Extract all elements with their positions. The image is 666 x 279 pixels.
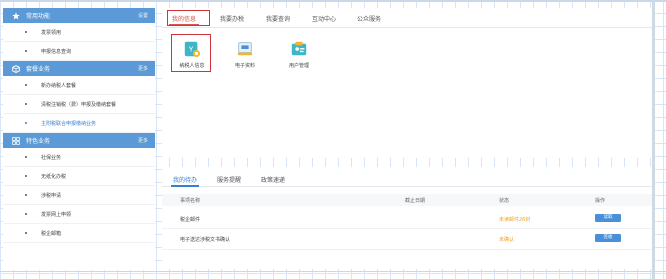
tab-service-reminder[interactable]: 服务提醒 [217, 175, 241, 184]
settings-link[interactable]: 设置 [138, 12, 148, 19]
tile-highlight-box [171, 34, 211, 72]
sidebar-section-featured-header: 特色业务 更多 [3, 133, 155, 148]
bullet-icon [25, 50, 27, 52]
sidebar-section-title: 特色业务 [26, 138, 51, 145]
table-row: 电子送达涉税文书确认 未确认 签收 [162, 229, 652, 250]
row-status: 未确认 [499, 237, 515, 243]
table-row: 税企邮件 未读邮件26封 读取 [162, 208, 652, 229]
active-tab-underline [171, 185, 199, 187]
header-action: 操作 [595, 198, 606, 204]
grid-icon [12, 136, 20, 145]
main-top-panel: 我的信息 我要办税 我要查询 互动中心 公众服务 Y 纳税人信息 电子资料 用户… [162, 8, 652, 158]
bottom-tab-bar: 我的待办 服务提醒 政策速递 [162, 167, 652, 187]
window-frame-top [0, 0, 666, 2]
star-icon [12, 11, 20, 20]
sidebar-section-package-header: 套餐业务 更多 [3, 61, 155, 76]
bullet-icon [25, 175, 27, 177]
bullet-icon [25, 213, 27, 215]
sidebar-item-deregistration-package[interactable]: 清税注销税（费）申报及缴纳套餐 [3, 95, 155, 114]
todo-table-header: 事项名称 截止日期 状态 操作 [162, 194, 652, 206]
tab-policy-express[interactable]: 政策速递 [261, 175, 285, 184]
bullet-icon [25, 122, 27, 124]
tab-my-todo[interactable]: 我的待办 [173, 175, 197, 184]
bullet-icon [25, 194, 27, 196]
sidebar-item-online-invoice-request[interactable]: 发票网上申领 [3, 205, 155, 224]
header-status: 状态 [499, 198, 510, 204]
tile-electronic-docs[interactable]: 电子资料 [228, 40, 262, 69]
sidebar-item-joint-declaration[interactable]: 主附税联合申报缴纳业务 [3, 114, 155, 133]
header-deadline: 截止日期 [405, 198, 426, 204]
sidebar-section-common-header: 常用功能 设置 [3, 8, 155, 23]
top-tab-bar: 我的信息 我要办税 我要查询 互动中心 公众服务 [162, 8, 652, 28]
user-management-icon [291, 41, 307, 56]
tab-public-service[interactable]: 公众服务 [357, 14, 381, 23]
sidebar-item-tax-application[interactable]: 涉税申请 [3, 186, 155, 205]
sidebar-item-label: 申报信息查询 [41, 48, 72, 55]
sidebar-item-new-taxpayer-package[interactable]: 新办纳税人套餐 [3, 76, 155, 95]
sidebar-item-label: 主附税联合申报缴纳业务 [41, 120, 97, 127]
tile-label: 用户管理 [288, 63, 309, 69]
tab-highlight-box [167, 10, 210, 26]
row-item-name: 电子送达涉税文书确认 [180, 237, 231, 243]
package-icon [12, 64, 20, 73]
sidebar-section-title: 常用功能 [26, 13, 51, 20]
sidebar-item-label: 发票网上申领 [41, 211, 72, 218]
sidebar-item-social-security[interactable]: 社保业务 [3, 148, 155, 167]
header-item-name: 事项名称 [180, 198, 201, 204]
sidebar-item-label: 新办纳税人套餐 [41, 82, 77, 89]
row-item-name: 税企邮件 [180, 217, 201, 223]
bullet-icon [25, 31, 27, 33]
bullet-icon [25, 232, 27, 234]
sidebar-item-paperless-tax[interactable]: 无纸化办税 [3, 167, 155, 186]
tab-tax-handling[interactable]: 我要办税 [220, 14, 244, 23]
tab-interaction-center[interactable]: 互动中心 [312, 14, 336, 23]
tile-user-management[interactable]: 用户管理 [282, 40, 316, 69]
sidebar-item-tax-mailbox[interactable]: 税企邮箱 [3, 224, 155, 243]
main-bottom-panel: 我的待办 服务提醒 政策速递 事项名称 截止日期 状态 操作 税企邮件 未读邮件… [162, 167, 652, 269]
sidebar-item-invoice-collection[interactable]: 发票领用 [3, 23, 155, 42]
tab-query[interactable]: 我要查询 [266, 14, 290, 23]
sidebar-item-label: 社保业务 [41, 154, 62, 161]
read-button[interactable]: 读取 [595, 214, 621, 222]
tile-label: 电子资料 [234, 63, 255, 69]
window-frame-right [652, 0, 655, 279]
sign-receive-button[interactable]: 签收 [595, 234, 621, 242]
sidebar-item-label: 无纸化办税 [41, 173, 67, 180]
bullet-icon [25, 84, 27, 86]
sidebar-section-title: 套餐业务 [26, 66, 51, 73]
window-frame-bottom [0, 271, 666, 272]
sidebar-item-declaration-query[interactable]: 申报信息查询 [3, 42, 155, 61]
sidebar: 常用功能 设置 发票领用 申报信息查询 套餐业务 更多 新办纳税人套餐 清税注销… [3, 8, 155, 270]
bullet-icon [25, 103, 27, 105]
sidebar-item-label: 涉税申请 [41, 192, 62, 199]
row-status: 未读邮件26封 [499, 217, 531, 223]
bullet-icon [25, 156, 27, 158]
more-link[interactable]: 更多 [138, 65, 148, 72]
sidebar-item-label: 税企邮箱 [41, 230, 62, 237]
sidebar-item-label: 清税注销税（费）申报及缴纳套餐 [41, 101, 117, 108]
electronic-docs-icon [237, 42, 253, 56]
sidebar-item-label: 发票领用 [41, 29, 62, 36]
more-link[interactable]: 更多 [138, 137, 148, 144]
